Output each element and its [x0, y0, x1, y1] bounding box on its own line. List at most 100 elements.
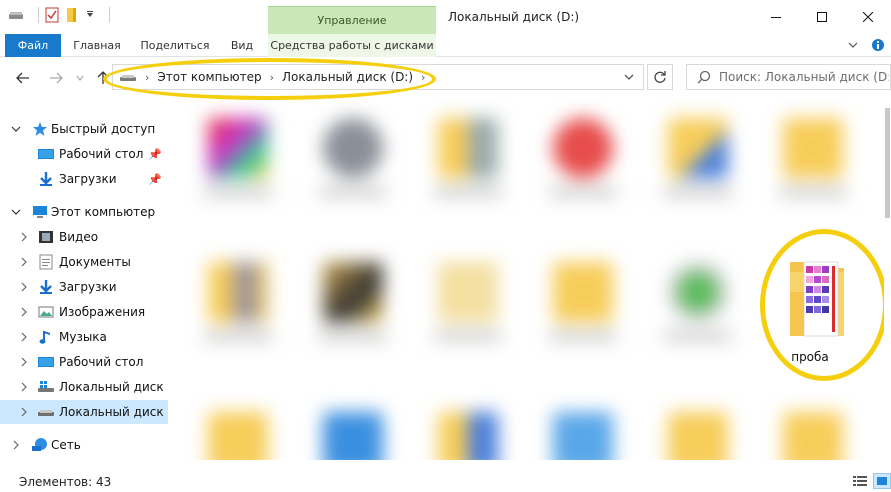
- chevron-right-icon[interactable]: [18, 257, 30, 267]
- expand-ribbon-icon[interactable]: [847, 39, 859, 51]
- sidebar-item-network[interactable]: Сеть: [0, 433, 168, 457]
- tab-view[interactable]: Вид: [222, 34, 262, 57]
- chevron-down-icon[interactable]: [85, 10, 95, 20]
- sidebar-item-drive-d[interactable]: Локальный диск (D: [0, 400, 168, 424]
- vertical-scrollbar[interactable]: [884, 100, 891, 458]
- refresh-button[interactable]: [647, 64, 673, 90]
- arrow-left-icon: [16, 72, 29, 84]
- sidebar-item-desktop[interactable]: Рабочий стол: [0, 350, 168, 374]
- chevron-right-icon[interactable]: [10, 440, 22, 450]
- sidebar-item-pictures[interactable]: Изображения: [0, 300, 168, 324]
- folder-icon: [790, 261, 844, 337]
- chevron-right-icon[interactable]: [18, 232, 30, 242]
- list-item[interactable]: [420, 400, 516, 460]
- list-item[interactable]: [420, 106, 516, 216]
- chevron-right-icon[interactable]: ›: [145, 71, 149, 84]
- chevron-right-icon[interactable]: [18, 282, 30, 292]
- chevron-down-icon: [76, 75, 84, 81]
- properties-icon[interactable]: [45, 7, 59, 23]
- breadcrumb-this-pc[interactable]: Этот компьютер: [157, 70, 261, 84]
- drive-icon[interactable]: [8, 9, 24, 21]
- maximize-button[interactable]: [799, 0, 845, 34]
- chevron-right-icon[interactable]: [18, 307, 30, 317]
- list-item[interactable]: [535, 106, 631, 216]
- large-icons-view-button[interactable]: [873, 473, 891, 489]
- chevron-right-icon[interactable]: ›: [270, 71, 274, 84]
- new-folder-icon[interactable]: [65, 7, 79, 23]
- list-item[interactable]: [305, 106, 401, 216]
- list-item[interactable]: [190, 400, 286, 460]
- maximize-icon: [817, 12, 827, 22]
- sidebar-item-video[interactable]: Видео: [0, 225, 168, 249]
- sidebar-item-quick-access[interactable]: Быстрый доступ: [0, 117, 168, 141]
- tab-drive-tools[interactable]: Средства работы с дисками: [268, 34, 436, 57]
- navigation-bar: › Этот компьютер › Локальный диск (D:) ›: [0, 57, 891, 99]
- minimize-button[interactable]: [753, 0, 799, 34]
- list-item[interactable]: [650, 400, 746, 460]
- list-item[interactable]: [305, 400, 401, 460]
- chevron-right-icon[interactable]: ›: [421, 71, 425, 84]
- pictures-icon: [38, 306, 54, 318]
- close-icon: [863, 12, 873, 22]
- search-input[interactable]: [719, 70, 889, 84]
- list-item[interactable]: [765, 106, 861, 216]
- sidebar-item-label: Загрузки: [59, 172, 117, 186]
- context-group-manage: Управление: [268, 6, 436, 34]
- drive-icon: [120, 75, 136, 81]
- chevron-right-icon[interactable]: [18, 407, 30, 417]
- drive-icon: [38, 410, 54, 416]
- folder-proba[interactable]: проба: [758, 230, 878, 380]
- search-icon: [697, 70, 711, 84]
- sidebar-item-this-pc[interactable]: Этот компьютер: [0, 200, 168, 224]
- sidebar-item-documents[interactable]: Документы: [0, 250, 168, 274]
- status-bar: Элементов: 43: [0, 470, 891, 492]
- address-bar[interactable]: › Этот компьютер › Локальный диск (D:) ›: [112, 64, 644, 90]
- list-item[interactable]: [650, 250, 746, 360]
- list-item[interactable]: [535, 400, 631, 460]
- address-dropdown-icon[interactable]: [623, 71, 635, 83]
- chevron-down-icon[interactable]: [10, 124, 22, 134]
- forward-button[interactable]: [47, 69, 65, 87]
- pin-icon[interactable]: 📌: [148, 173, 162, 186]
- documents-icon: [39, 254, 53, 270]
- back-button[interactable]: [14, 69, 32, 87]
- downloads-icon: [40, 172, 52, 186]
- close-button[interactable]: [845, 0, 891, 34]
- sidebar-item-drive-c[interactable]: Локальный диск (C: [0, 375, 168, 399]
- tab-home[interactable]: Главная: [66, 34, 128, 57]
- tab-file[interactable]: Файл: [5, 34, 61, 57]
- arrow-right-icon: [50, 72, 63, 84]
- sidebar-item-label: Этот компьютер: [51, 205, 156, 219]
- list-item[interactable]: [190, 106, 286, 216]
- chevron-down-icon[interactable]: [10, 207, 22, 217]
- sidebar-item-label: Видео: [59, 230, 99, 244]
- sidebar-item-music[interactable]: Музыка: [0, 325, 168, 349]
- sidebar-item-desktop-pinned[interactable]: Рабочий стол 📌: [0, 142, 168, 166]
- sidebar-item-downloads[interactable]: Загрузки: [0, 275, 168, 299]
- list-item[interactable]: [650, 106, 746, 216]
- system-drive-icon: [38, 381, 54, 392]
- breadcrumb: › Этот компьютер › Локальный диск (D:) ›: [137, 70, 433, 84]
- help-icon[interactable]: [871, 38, 885, 52]
- pin-icon[interactable]: 📌: [148, 148, 162, 161]
- chevron-right-icon[interactable]: [18, 357, 30, 367]
- navigation-pane: Быстрый доступ Рабочий стол 📌 Загрузки 📌…: [0, 112, 168, 457]
- list-item[interactable]: [190, 250, 286, 360]
- list-item[interactable]: [420, 250, 516, 360]
- list-item[interactable]: [765, 400, 861, 460]
- up-button[interactable]: [94, 69, 112, 87]
- tab-share[interactable]: Поделиться: [136, 34, 214, 57]
- chevron-right-icon[interactable]: [18, 332, 30, 342]
- network-icon: [32, 438, 47, 451]
- list-item[interactable]: [305, 250, 401, 360]
- sidebar-item-downloads-pinned[interactable]: Загрузки 📌: [0, 167, 168, 191]
- list-item[interactable]: [535, 250, 631, 360]
- chevron-right-icon[interactable]: [18, 382, 30, 392]
- scrollbar-thumb[interactable]: [885, 108, 890, 218]
- video-folder-icon: [39, 231, 53, 243]
- recent-locations-button[interactable]: [71, 69, 89, 87]
- search-box[interactable]: [686, 64, 891, 90]
- breadcrumb-drive-d[interactable]: Локальный диск (D:): [282, 70, 413, 84]
- details-view-button[interactable]: [851, 473, 869, 489]
- large-icons-view-icon: [877, 477, 887, 485]
